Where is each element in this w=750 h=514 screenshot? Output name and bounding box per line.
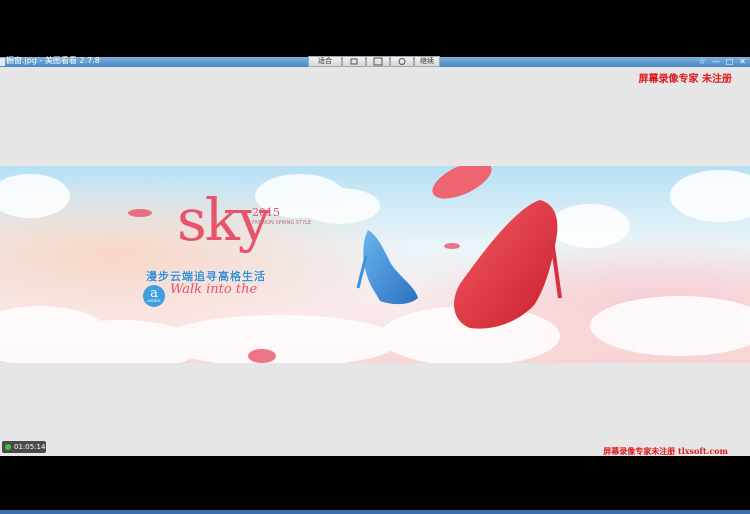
rotate-icon (398, 58, 406, 65)
petal (128, 209, 152, 217)
close-button[interactable]: ✕ (739, 57, 746, 67)
screen-top-margin (0, 0, 750, 57)
window-controls: ☆ — □ ✕ (699, 57, 746, 67)
maximize-button[interactable]: □ (726, 57, 734, 67)
taskbar-strip (0, 510, 750, 514)
favorite-icon[interactable]: ☆ (699, 57, 706, 67)
zoom-button[interactable] (342, 56, 366, 67)
minimize-button[interactable]: — (712, 57, 720, 67)
banner-artwork (0, 166, 750, 363)
continue-button[interactable]: 继续 (414, 56, 440, 67)
recording-indicator-icon (5, 444, 11, 450)
viewer-toolbar: 适合 继续 (308, 56, 440, 67)
fit-button[interactable]: 适合 (308, 56, 342, 67)
screen-bottom-margin (0, 456, 750, 514)
banner-small-text: FASHION SPRING STYLE (252, 220, 312, 226)
recorder-watermark-top: 屏幕录像专家 未注册 (638, 74, 732, 85)
recording-timer: 01:05:14 (2, 441, 46, 453)
banner-tagline-en: Walk into the (170, 282, 258, 297)
app-icon (0, 58, 5, 66)
brand-badge-sub: ARIES (147, 298, 161, 303)
brand-badge: a ARIES (143, 285, 165, 307)
frame-icon (373, 57, 383, 66)
petal (444, 243, 460, 249)
banner-year: 2015 (252, 206, 280, 219)
petal (248, 349, 276, 363)
window-title: 橱窗.jpg - 美图看看 2.7.8 (6, 56, 100, 65)
rotate-button[interactable] (390, 56, 414, 67)
timer-value: 01:05:14 (14, 443, 46, 451)
shoe-banner-image: sky 2015 FASHION SPRING STYLE 漫步云端追寻高格生活… (0, 166, 750, 363)
original-size-button[interactable] (366, 56, 390, 67)
zoom-icon (350, 58, 358, 65)
